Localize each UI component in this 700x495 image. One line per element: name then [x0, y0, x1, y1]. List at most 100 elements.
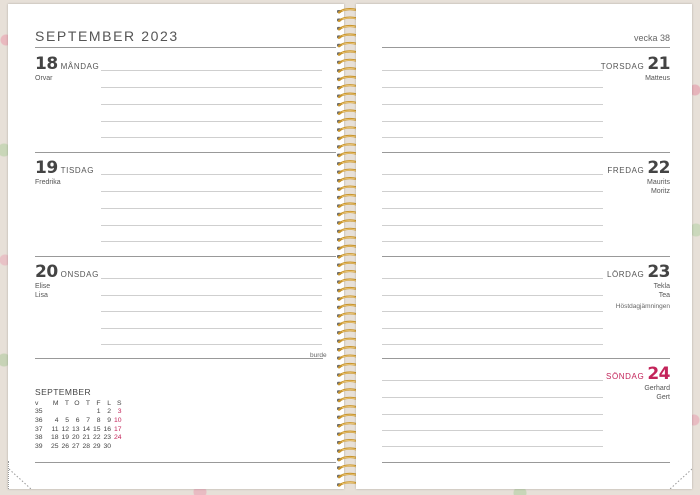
sunday-date-cell: 3 — [117, 408, 122, 416]
nameday: Maurits — [647, 179, 670, 186]
day-sunday-namedays: Gerhard Gert — [644, 384, 670, 402]
date-cell — [69, 408, 80, 417]
date-cell: 25 — [50, 442, 59, 450]
nameday: Matteus — [645, 75, 670, 82]
mini-calendar-header: S — [116, 399, 122, 407]
writing-line[interactable] — [101, 137, 322, 138]
writing-line[interactable] — [382, 278, 603, 279]
date-cell: 22 — [92, 434, 101, 442]
writing-line[interactable] — [101, 241, 322, 242]
writing-line[interactable] — [101, 278, 322, 279]
writing-line[interactable] — [382, 121, 603, 122]
mini-calendar-header-row: v M T O T F L S — [35, 399, 122, 408]
date-cell: 18 — [50, 434, 59, 442]
mini-calendar-grid: v M T O T F L S 35 1 2 3 36 4 5 6 7 8 9 … — [35, 399, 122, 451]
day-divider — [35, 152, 336, 153]
writing-line[interactable] — [382, 225, 603, 226]
day-name: ONSDAG — [60, 270, 99, 279]
writing-line[interactable] — [101, 87, 322, 88]
day-thursday-header: TORSDAG 21 — [601, 54, 671, 74]
date-cell — [48, 408, 59, 417]
left-page: SEPTEMBER 2023 18 MÅNDAG Orvar 19 TISDAG… — [8, 4, 344, 489]
sunday-date-cell: 24 — [113, 434, 122, 442]
nameday: Lisa — [35, 292, 48, 299]
writing-line[interactable] — [101, 311, 322, 312]
writing-line[interactable] — [382, 414, 603, 415]
writing-line[interactable] — [382, 241, 603, 242]
day-tuesday-namedays: Fredrika — [35, 178, 61, 187]
mini-calendar-week-row: 37 11 12 13 14 15 16 17 — [35, 425, 122, 434]
writing-line[interactable] — [101, 208, 322, 209]
date-cell: 13 — [71, 425, 80, 433]
day-wednesday-header: 20 ONSDAG — [35, 262, 99, 282]
week-label: vecka 38 — [633, 33, 670, 43]
day-friday-namedays: Maurits Moritz — [647, 178, 670, 196]
mini-calendar-week-row: 39 25 26 27 28 29 30 — [35, 442, 122, 451]
date-cell: 30 — [103, 442, 111, 450]
writing-line[interactable] — [382, 344, 603, 345]
writing-line[interactable] — [382, 397, 603, 398]
date-cell: 9 — [107, 416, 111, 424]
date-cell: 28 — [82, 442, 90, 450]
day-name: MÅNDAG — [60, 62, 100, 71]
day-tuesday-header: 19 TISDAG — [35, 158, 94, 178]
date-cell: 2 — [107, 408, 111, 416]
nameday: Fredrika — [35, 179, 61, 186]
writing-line[interactable] — [101, 295, 322, 296]
writing-line[interactable] — [382, 295, 603, 296]
writing-line[interactable] — [101, 174, 322, 175]
page-corner-perforation — [8, 461, 37, 489]
day-name: SÖNDAG — [606, 372, 645, 381]
date-cell: 4 — [54, 416, 59, 424]
mini-calendar-week-row: 35 1 2 3 — [35, 408, 122, 417]
writing-line[interactable] — [382, 328, 603, 329]
writing-line[interactable] — [382, 174, 603, 175]
writing-line[interactable] — [382, 87, 603, 88]
date-cell: 21 — [82, 434, 90, 442]
writing-line[interactable] — [382, 380, 603, 381]
date-cell: 8 — [96, 416, 101, 424]
day-number: 18 — [35, 54, 58, 74]
writing-line[interactable] — [101, 344, 322, 345]
week-number: 35 — [35, 408, 43, 416]
date-cell: 5 — [65, 416, 69, 424]
header-rule — [382, 47, 670, 48]
day-number: 24 — [647, 364, 670, 384]
day-saturday-namedays: Tekla Tea — [654, 282, 670, 300]
day-number: 22 — [647, 158, 670, 178]
date-cell: 7 — [86, 416, 90, 424]
mini-calendar-header: L — [107, 399, 111, 407]
date-cell: 11 — [51, 425, 59, 433]
writing-line[interactable] — [382, 208, 603, 209]
bottom-rule — [382, 462, 670, 463]
right-page: vecka 38 TORSDAG 21 Matteus FREDAG 22 Ma… — [356, 4, 692, 489]
date-cell: 26 — [61, 442, 69, 450]
day-name: LÖRDAG — [606, 270, 645, 279]
writing-line[interactable] — [101, 328, 322, 329]
writing-line[interactable] — [382, 311, 603, 312]
writing-line[interactable] — [101, 191, 322, 192]
writing-line[interactable] — [382, 137, 603, 138]
day-thursday-namedays: Matteus — [645, 74, 670, 83]
writing-line[interactable] — [101, 225, 322, 226]
date-cell: 29 — [92, 442, 101, 450]
day-sunday-header: SÖNDAG 24 — [606, 364, 670, 384]
nameday: Tea — [658, 292, 670, 299]
writing-line[interactable] — [382, 446, 603, 447]
writing-line[interactable] — [101, 104, 322, 105]
footer-note: burde — [310, 352, 327, 359]
day-monday-namedays: Orvar — [35, 74, 53, 83]
date-cell: 15 — [92, 425, 101, 433]
day-wednesday-namedays: Elise Lisa — [35, 282, 50, 300]
date-cell: 14 — [82, 425, 90, 433]
nameday: Gerhard — [644, 385, 670, 392]
nameday: Tekla — [653, 283, 670, 290]
sunday-date-cell — [111, 442, 122, 451]
writing-line[interactable] — [101, 70, 322, 71]
writing-line[interactable] — [382, 430, 603, 431]
writing-line[interactable] — [382, 70, 603, 71]
writing-line[interactable] — [101, 121, 322, 122]
day-number: 19 — [35, 158, 58, 178]
writing-line[interactable] — [382, 104, 603, 105]
writing-line[interactable] — [382, 191, 603, 192]
